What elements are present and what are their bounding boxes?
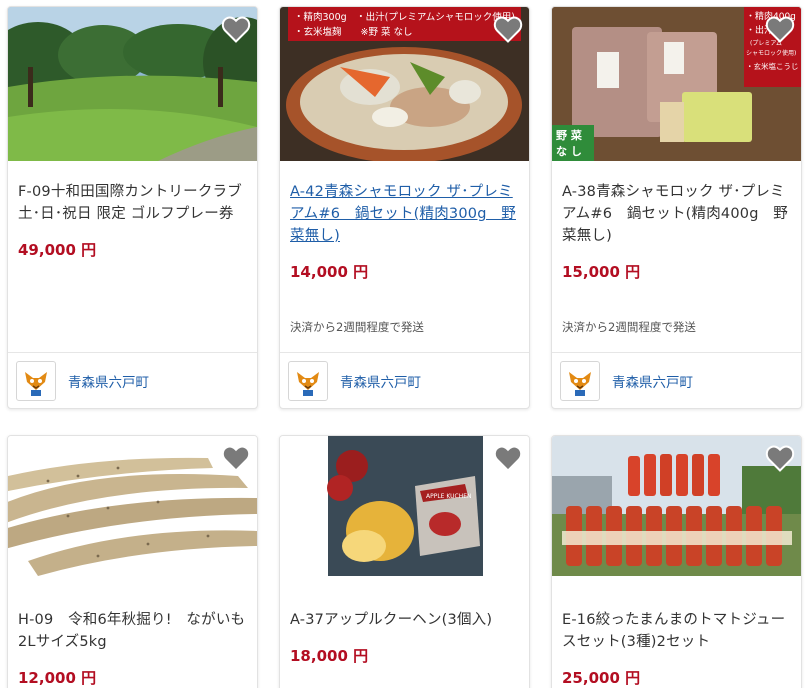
favorite-heart-icon[interactable] bbox=[764, 442, 796, 474]
image-caption-line5: ・玄米塩こうじ bbox=[746, 61, 799, 71]
municipality-name[interactable]: 青森県六戸町 bbox=[612, 371, 693, 391]
product-price: 25,000 円 bbox=[562, 669, 641, 687]
favorite-heart-icon[interactable] bbox=[220, 13, 252, 45]
favorite-heart-icon[interactable] bbox=[764, 13, 796, 45]
image-badge-line2: な し bbox=[556, 145, 582, 158]
product-title-link[interactable]: A-42青森シャモロック ザ･プレミアム#6 鍋セット(精肉300g 野菜無し) bbox=[290, 181, 519, 247]
image-caption-line4: シャモロック使用) bbox=[746, 49, 796, 57]
product-price: 12,000 円 bbox=[18, 669, 97, 687]
favorite-heart-icon[interactable] bbox=[220, 442, 252, 474]
municipality-name[interactable]: 青森県六戸町 bbox=[340, 371, 421, 391]
product-card[interactable]: APPLE KUCHEN A-37アップルクーヘン(3個入) 18,000 円 bbox=[279, 435, 530, 688]
product-card[interactable]: E-16絞ったまんまのトマトジュースセット(3種)2セット 25,000 円 bbox=[551, 435, 802, 688]
favorite-heart-icon[interactable] bbox=[492, 442, 524, 474]
municipality-name[interactable]: 青森県六戸町 bbox=[68, 371, 149, 391]
image-box-label: APPLE KUCHEN bbox=[426, 493, 472, 500]
product-price: 18,000 円 bbox=[290, 647, 369, 665]
image-caption-line2: ・玄米塩麹 ※野 菜 なし bbox=[294, 26, 413, 38]
card-footer: 青森県六戸町 bbox=[8, 352, 257, 408]
municipality-mascot-icon bbox=[288, 360, 328, 401]
shipping-note: 決済から2週間程度で発送 bbox=[290, 320, 424, 334]
product-card[interactable]: H-09 令和6年秋掘り! ながいも 2Lサイズ5kg 12,000 円 bbox=[7, 435, 258, 688]
product-card[interactable]: 野 菜 な し ・精肉400g ・出汁 (プレミアム シャモロック使用) ・玄米… bbox=[551, 6, 802, 409]
image-badge-line1: 野 菜 bbox=[556, 128, 583, 142]
product-card[interactable]: F-09十和田国際カントリークラブ 土･日･祝日 限定 ゴルフプレー券 49,0… bbox=[7, 6, 258, 409]
card-footer: 青森県六戸町 bbox=[280, 352, 529, 408]
product-title[interactable]: H-09 令和6年秋掘り! ながいも 2Lサイズ5kg bbox=[18, 609, 257, 653]
product-price: 14,000 円 bbox=[290, 263, 369, 281]
product-title[interactable]: E-16絞ったまんまのトマトジュースセット(3種)2セット bbox=[562, 609, 791, 653]
product-title[interactable]: A-38青森シャモロック ザ･プレミアム#6 鍋セット(精肉400g 野菜無し) bbox=[562, 181, 791, 247]
card-footer: 青森県六戸町 bbox=[552, 352, 801, 408]
product-price: 15,000 円 bbox=[562, 263, 641, 281]
product-title[interactable]: A-37アップルクーヘン(3個入) bbox=[290, 609, 519, 631]
product-title[interactable]: F-09十和田国際カントリークラブ 土･日･祝日 限定 ゴルフプレー券 bbox=[18, 181, 256, 225]
municipality-mascot-icon bbox=[560, 360, 600, 401]
shipping-note: 決済から2週間程度で発送 bbox=[562, 320, 696, 334]
image-caption-line1: ・精肉300g ・出汁(プレミアムシャモロック使用) bbox=[294, 11, 515, 23]
product-card[interactable]: ・精肉300g ・出汁(プレミアムシャモロック使用) ・玄米塩麹 ※野 菜 なし… bbox=[279, 6, 530, 409]
favorite-heart-icon[interactable] bbox=[492, 13, 524, 45]
product-price: 49,000 円 bbox=[18, 241, 97, 259]
municipality-mascot-icon bbox=[16, 360, 56, 401]
